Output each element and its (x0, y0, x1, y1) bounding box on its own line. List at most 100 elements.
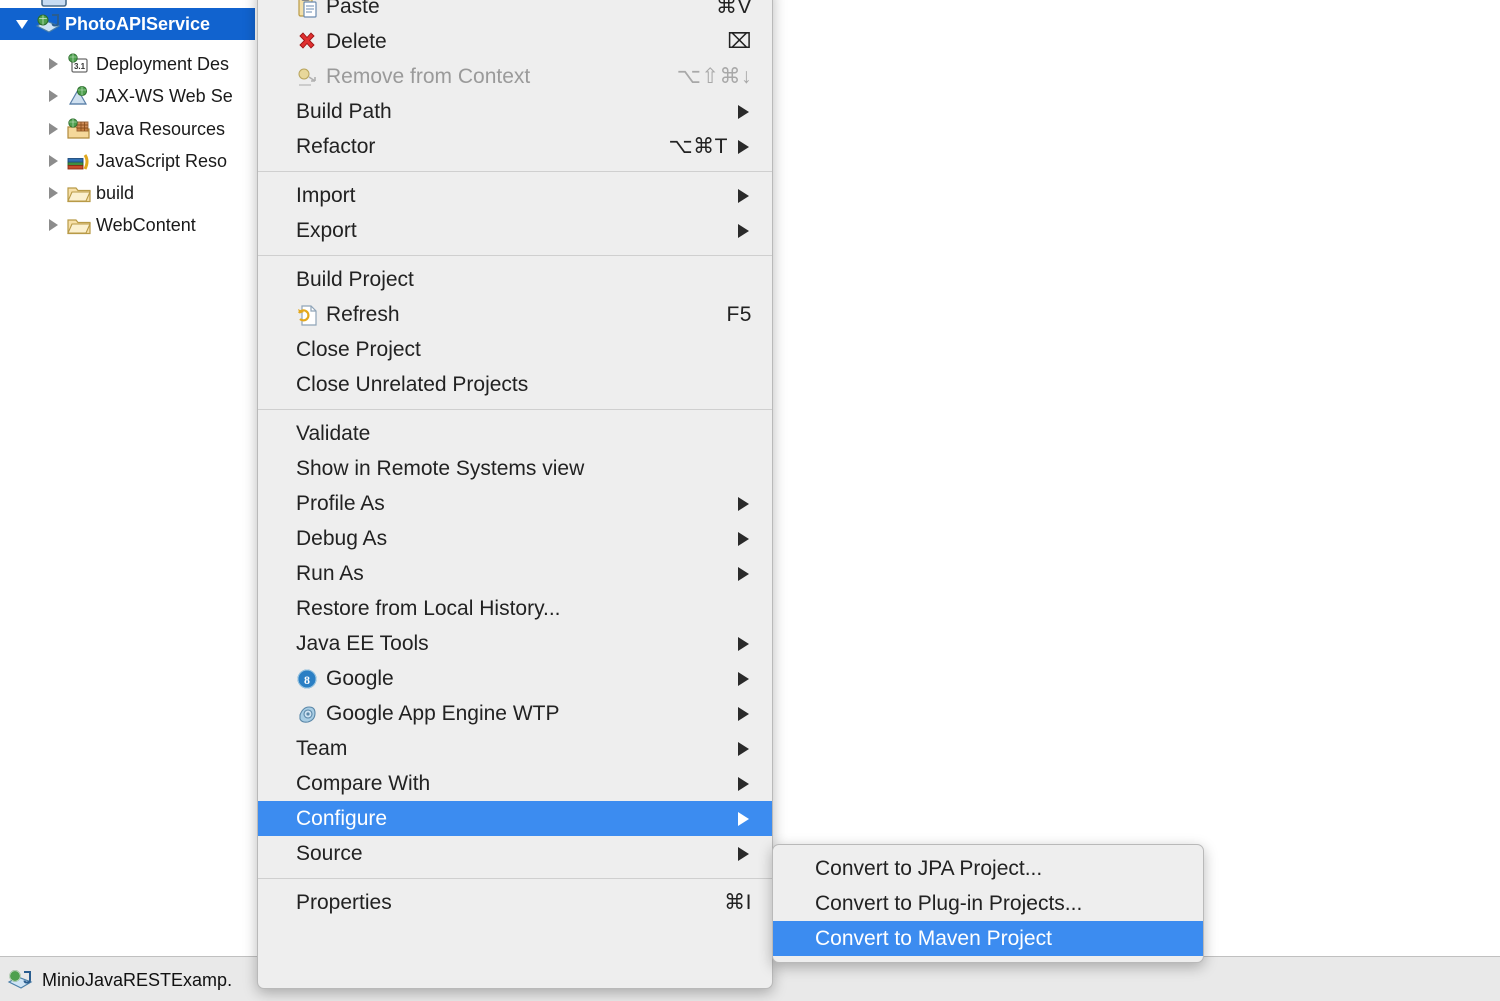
google-app-engine-icon (296, 703, 318, 725)
menu-item-validate[interactable]: Validate (258, 416, 772, 451)
menu-item-google-app-engine-wtp[interactable]: Google App Engine WTP (258, 696, 772, 731)
svg-text:8: 8 (304, 673, 310, 687)
menu-item-label: Show in Remote Systems view (296, 457, 584, 481)
menu-item-label: Build Path (296, 100, 392, 124)
project-tab[interactable]: MinioJavaRESTExamp. (0, 959, 232, 1001)
tree-item-label: PhotoAPIService (64, 14, 210, 35)
menu-item-paste[interactable]: Paste⌘V (258, 0, 772, 24)
tree-item-photoapiservice[interactable]: PhotoAPIService (0, 8, 255, 40)
menu-item-close-unrelated-projects[interactable]: Close Unrelated Projects (258, 367, 772, 402)
submenu-item-label: Convert to JPA Project... (815, 857, 1042, 881)
chevron-right-icon[interactable] (45, 55, 63, 73)
menu-item-remove-from-context: Remove from Context⌥⇧⌘↓ (258, 59, 772, 94)
chevron-right-icon[interactable] (45, 152, 63, 170)
java-resources-icon (66, 118, 92, 140)
menu-item-show-in-remote-systems-view[interactable]: Show in Remote Systems view (258, 451, 772, 486)
menu-item-close-project[interactable]: Close Project (258, 332, 772, 367)
menu-item-label: Properties (296, 891, 392, 915)
menu-item-label: Google App Engine WTP (296, 702, 559, 726)
tree-item-java-resources[interactable]: Java Resources (0, 113, 225, 145)
menu-item-label: Restore from Local History... (296, 597, 561, 621)
menu-item-build-project[interactable]: Build Project (258, 262, 772, 297)
menu-item-label: Validate (296, 422, 370, 446)
chevron-right-icon[interactable] (45, 184, 63, 202)
menu-item-team[interactable]: Team (258, 731, 772, 766)
menu-item-delete[interactable]: Delete⌧ (258, 24, 772, 59)
menu-item-label: Run As (296, 562, 364, 586)
menu-item-shortcut: ⌘V (716, 0, 758, 19)
menu-item-import[interactable]: Import (258, 178, 772, 213)
menu-item-label: Import (296, 184, 356, 208)
folder-icon (66, 214, 92, 236)
project-tab-label: MinioJavaRESTExamp. (42, 970, 232, 991)
submenu-arrow-icon (738, 105, 749, 119)
menu-item-label: Java EE Tools (296, 632, 429, 656)
menu-item-debug-as[interactable]: Debug As (258, 521, 772, 556)
menu-item-label: Remove from Context (296, 65, 530, 89)
menu-item-refactor[interactable]: Refactor⌥⌘T (258, 129, 772, 164)
submenu-arrow-icon (738, 637, 749, 651)
menu-item-restore-from-local-history[interactable]: Restore from Local History... (258, 591, 772, 626)
web-project-icon (35, 13, 61, 35)
deployment-descriptor-icon: 3.1 (66, 53, 92, 75)
menu-item-label: Close Unrelated Projects (296, 373, 528, 397)
menu-item-profile-as[interactable]: Profile As (258, 486, 772, 521)
menu-item-shortcut: F5 (726, 303, 758, 327)
submenu-arrow-icon (738, 672, 749, 686)
tree-item-deployment-des[interactable]: 3.1 Deployment Des (0, 48, 229, 80)
paste-icon (296, 0, 318, 18)
menu-item-source[interactable]: Source (258, 836, 772, 871)
tree-item-label: Deployment Des (95, 54, 229, 75)
submenu-item-convert-to-jpa-project[interactable]: Convert to JPA Project... (773, 851, 1203, 886)
tree-item-javascript-reso[interactable]: JavaScript Reso (0, 145, 227, 177)
menu-item-refresh[interactable]: RefreshF5 (258, 297, 772, 332)
svg-text:3.1: 3.1 (74, 62, 86, 71)
web-project-icon (6, 969, 34, 993)
submenu-item-convert-to-plug-in-projects[interactable]: Convert to Plug-in Projects... (773, 886, 1203, 921)
menu-item-configure[interactable]: Configure (258, 801, 772, 836)
tree-item-webcontent[interactable]: WebContent (0, 209, 196, 241)
submenu-arrow-icon (738, 140, 749, 154)
delete-red-x-icon (296, 31, 318, 53)
project-explorer-tree[interactable]: PhotoAPIService 3.1 Deployment Des JAX-WS W… (0, 0, 268, 955)
submenu-arrow-icon (738, 812, 749, 826)
menu-item-run-as[interactable]: Run As (258, 556, 772, 591)
submenu-arrow-icon (738, 777, 749, 791)
configure-submenu[interactable]: Convert to JPA Project... Convert to Plug… (772, 844, 1204, 963)
tree-item-jax-ws-web-se[interactable]: JAX-WS Web Se (0, 80, 233, 112)
submenu-arrow-icon (738, 742, 749, 756)
submenu-item-convert-to-maven-project[interactable]: Convert to Maven Project (773, 921, 1203, 956)
menu-item-java-ee-tools[interactable]: Java EE Tools (258, 626, 772, 661)
jaxws-webservices-icon (66, 85, 92, 107)
submenu-item-label: Convert to Plug-in Projects... (815, 892, 1082, 916)
menu-item-label: Team (296, 737, 347, 761)
menu-item-build-path[interactable]: Build Path (258, 94, 772, 129)
tree-item-label: WebContent (95, 215, 196, 236)
submenu-item-label: Convert to Maven Project (815, 927, 1052, 951)
project-context-menu[interactable]: Paste⌘VDelete⌧Remove from Context⌥⇧⌘↓ Bui… (257, 0, 773, 989)
google-icon: 8 (296, 668, 318, 690)
chevron-down-icon[interactable] (14, 15, 32, 33)
eclipse-ide-screen: PhotoAPIService 3.1 Deployment Des JAX-WS W… (0, 0, 1500, 1001)
javascript-resources-icon (66, 150, 92, 172)
menu-item-label: Configure (296, 807, 387, 831)
menu-item-compare-with[interactable]: Compare With (258, 766, 772, 801)
submenu-arrow-icon (738, 224, 749, 238)
menu-item-export[interactable]: Export (258, 213, 772, 248)
chevron-right-icon[interactable] (45, 216, 63, 234)
refresh-icon (296, 304, 318, 326)
remove-from-context-icon (296, 66, 318, 88)
menu-item-label: Compare With (296, 772, 430, 796)
chevron-right-icon[interactable] (45, 120, 63, 138)
menu-item-label: Export (296, 219, 357, 243)
menu-item-label: Close Project (296, 338, 421, 362)
menu-item-label: Refactor (296, 135, 375, 159)
menu-item-label: Profile As (296, 492, 385, 516)
menu-item-properties[interactable]: Properties⌘I (258, 885, 772, 920)
tree-item-label: Java Resources (95, 119, 225, 140)
menu-item-google[interactable]: 8Google (258, 661, 772, 696)
chevron-right-icon[interactable] (45, 87, 63, 105)
menu-separator (258, 171, 772, 172)
tree-item-build[interactable]: build (0, 177, 134, 209)
menu-separator (258, 409, 772, 410)
